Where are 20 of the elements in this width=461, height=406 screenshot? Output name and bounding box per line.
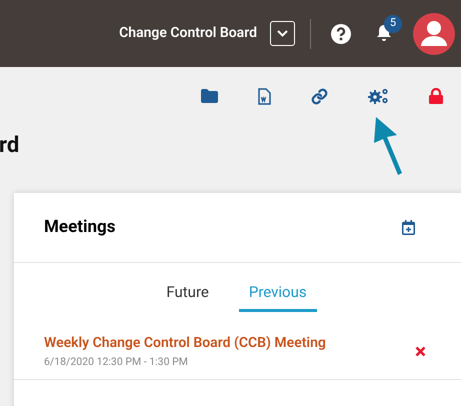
delete-icon[interactable] [415,346,426,357]
board-name: Change Control Board [119,24,257,43]
dropdown-button[interactable] [270,21,295,46]
link-icon[interactable] [311,88,328,104]
meeting-title[interactable]: Weekly Change Control Board (CCB) Meeting [44,334,326,352]
card-title: Meetings [44,216,116,239]
gears-icon[interactable] [368,88,389,104]
help-icon[interactable] [331,24,351,44]
tab[interactable]: Previous [238,275,317,312]
document-icon[interactable] [258,88,271,104]
lock-icon[interactable] [429,88,443,104]
tab[interactable]: Future [156,275,219,312]
page-title: rd [0,132,20,160]
folder-icon[interactable] [201,89,218,103]
calendar-add-icon[interactable] [402,220,415,235]
avatar-icon[interactable] [413,12,455,54]
meeting-time: 6/18/2020 12:30 PM - 1:30 PM [44,355,189,369]
pointer-arrow [374,117,404,177]
chevron-down-icon [277,30,288,37]
notification-badge: 5 [384,14,402,32]
